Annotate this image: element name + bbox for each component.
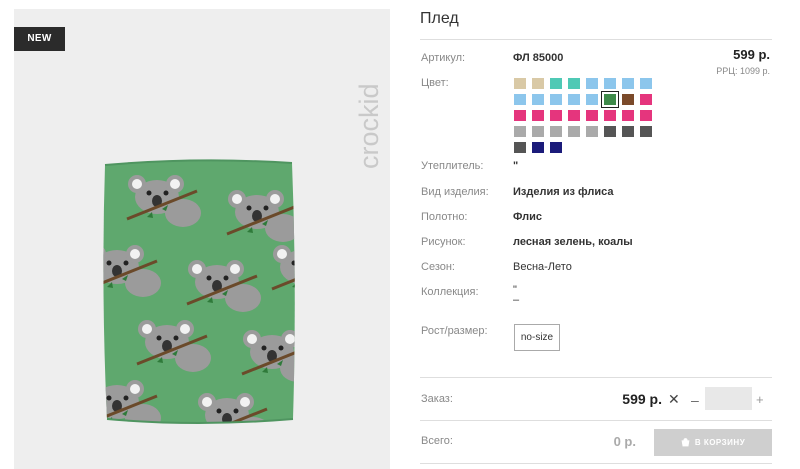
- product-title: Плед: [420, 10, 459, 27]
- divider: [420, 39, 772, 40]
- color-swatch[interactable]: [586, 110, 598, 121]
- color-swatch[interactable]: [514, 94, 526, 105]
- color-swatch[interactable]: [604, 78, 616, 89]
- color-swatch[interactable]: [532, 142, 544, 153]
- size-label: Рост/размер:: [421, 325, 488, 337]
- color-swatch[interactable]: [640, 94, 652, 105]
- add-to-cart-label: В КОРЗИНУ: [694, 438, 746, 447]
- color-swatch[interactable]: [640, 110, 652, 121]
- insulation-label: Утеплитель:: [421, 160, 484, 172]
- product-type-label: Вид изделия:: [421, 186, 489, 198]
- color-swatch[interactable]: [550, 142, 562, 153]
- color-swatch[interactable]: [532, 78, 544, 89]
- color-swatch[interactable]: [622, 110, 634, 121]
- color-swatch[interactable]: [550, 110, 562, 121]
- divider: [420, 463, 772, 464]
- insulation-value: ": [513, 160, 519, 172]
- color-swatch[interactable]: [514, 110, 526, 121]
- collection-label: Коллекция:: [421, 286, 479, 298]
- color-swatch[interactable]: [514, 78, 526, 89]
- collection-value-2: –: [513, 294, 520, 306]
- color-swatch[interactable]: [550, 94, 562, 105]
- quantity-increase-button[interactable]: +: [756, 392, 764, 407]
- product-image-panel: NEW crockid: [14, 9, 390, 469]
- color-swatch[interactable]: [604, 126, 616, 137]
- color-swatch[interactable]: [550, 78, 562, 89]
- color-swatch[interactable]: [568, 78, 580, 89]
- season-label: Сезон:: [421, 261, 455, 273]
- fabric-label: Полотно:: [421, 211, 468, 223]
- total-label: Всего:: [421, 435, 453, 447]
- color-swatch[interactable]: [586, 78, 598, 89]
- add-to-cart-button[interactable]: В КОРЗИНУ: [654, 429, 772, 456]
- product-image-koala-blanket: [103, 159, 295, 424]
- color-swatch[interactable]: [568, 126, 580, 137]
- brand-logo: crockid: [354, 83, 384, 169]
- color-swatch[interactable]: [532, 94, 544, 105]
- color-swatch[interactable]: [622, 126, 634, 137]
- multiply-icon: ✕: [668, 391, 680, 407]
- order-price: 599 р.: [622, 391, 662, 407]
- new-badge: NEW: [14, 27, 65, 51]
- season-value: Весна-Лето: [513, 261, 572, 273]
- size-option-button[interactable]: no-size: [514, 324, 560, 351]
- color-swatch[interactable]: [640, 78, 652, 89]
- color-swatch[interactable]: [622, 94, 634, 105]
- color-swatch[interactable]: [604, 110, 616, 121]
- total-price: 0 р.: [613, 434, 636, 449]
- brand-logo-text: crockid: [354, 83, 384, 169]
- color-swatch[interactable]: [514, 126, 526, 137]
- color-label: Цвет:: [421, 77, 449, 89]
- divider: [420, 377, 772, 378]
- color-swatch[interactable]: [601, 91, 619, 108]
- article-value: ФЛ 85000: [513, 52, 564, 64]
- rrp-price: РРЦ: 1099 р.: [716, 66, 770, 76]
- color-swatch[interactable]: [550, 126, 562, 137]
- color-swatch[interactable]: [532, 110, 544, 121]
- color-swatch[interactable]: [532, 126, 544, 137]
- color-swatches: [514, 78, 659, 158]
- color-swatch[interactable]: [514, 142, 526, 153]
- color-swatch[interactable]: [568, 94, 580, 105]
- fabric-value: Флис: [513, 211, 542, 223]
- product-type-value: Изделия из флиса: [513, 186, 614, 198]
- divider: [420, 420, 772, 421]
- cart-icon: [681, 438, 690, 447]
- pattern-value: лесная зелень, коалы: [513, 236, 633, 248]
- color-swatch[interactable]: [622, 78, 634, 89]
- color-swatch[interactable]: [586, 94, 598, 105]
- quantity-decrease-button[interactable]: –: [691, 392, 699, 408]
- article-label: Артикул:: [421, 52, 466, 64]
- color-swatch[interactable]: [586, 126, 598, 137]
- order-label: Заказ:: [421, 393, 453, 405]
- pattern-label: Рисунок:: [421, 236, 466, 248]
- color-swatch[interactable]: [568, 110, 580, 121]
- color-swatch[interactable]: [640, 126, 652, 137]
- quantity-input[interactable]: [705, 387, 752, 410]
- product-price: 599 р.: [733, 47, 770, 62]
